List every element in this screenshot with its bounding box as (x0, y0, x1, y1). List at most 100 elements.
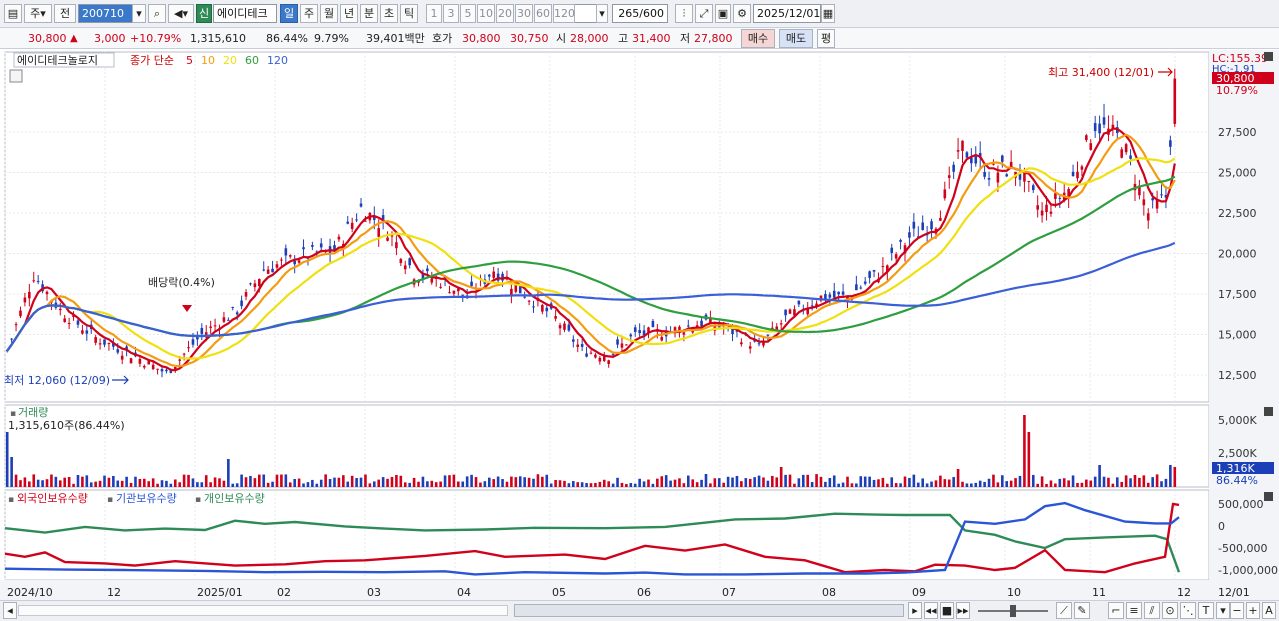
interval-button-5[interactable]: 5 (460, 4, 476, 23)
volume-bar (134, 476, 137, 487)
fib-tool-icon[interactable]: ≡ (1126, 602, 1142, 619)
candle-body (602, 356, 606, 361)
prev-button[interactable]: 전 (54, 4, 76, 23)
volume-bar (532, 478, 535, 487)
layout-icon[interactable]: ▤ (4, 4, 22, 23)
volume-bar (443, 475, 447, 487)
volume-bar (434, 482, 438, 487)
date-input[interactable]: 2025/12/01 (753, 4, 821, 23)
volume-bar (855, 483, 858, 487)
volume-bar (81, 476, 84, 487)
volume-bar (602, 479, 606, 487)
interval-dropdown[interactable]: ▾ (596, 4, 608, 23)
channel-tool-icon[interactable]: ⫽ (1144, 602, 1160, 619)
candle-body (288, 255, 292, 257)
volume-bar (465, 476, 469, 487)
volume-bar (1009, 480, 1013, 487)
volume-bar (169, 483, 173, 487)
interval-button-60[interactable]: 60 (534, 4, 552, 23)
sell-button[interactable]: 매도 (779, 29, 813, 48)
count-input[interactable]: 265/600 (612, 4, 668, 23)
interval-button-30[interactable]: 30 (515, 4, 533, 23)
period-tab-5[interactable]: 초 (380, 4, 398, 23)
scroll-left-icon[interactable]: ◂ (3, 602, 17, 619)
x-axis-label: 2024/10 (7, 586, 53, 599)
interval-button-20[interactable]: 20 (496, 4, 514, 23)
scrollbar-thumb[interactable] (514, 604, 904, 617)
pen-tool-icon[interactable]: ✎ (1074, 602, 1090, 619)
holding-legend-icon: ▪ (195, 495, 201, 505)
period-tab-1[interactable]: 주 (300, 4, 318, 23)
candle-body (395, 242, 398, 249)
save-icon[interactable]: ▣ (715, 4, 731, 23)
stop-icon[interactable]: ■ (940, 602, 954, 619)
volume-bar (98, 480, 102, 487)
volume-bar (1045, 483, 1048, 487)
buy-button[interactable]: 매수 (741, 29, 775, 48)
zoom-slider-handle[interactable] (1010, 605, 1016, 617)
candle-body (67, 322, 71, 325)
speaker-icon[interactable]: ◀▾ (168, 4, 194, 23)
period-tab-0[interactable]: 일 (280, 4, 298, 23)
candle-body (1036, 205, 1039, 210)
forward-icon[interactable]: ▸▸ (956, 602, 970, 619)
candle-body (403, 265, 407, 270)
gear-icon[interactable]: ⚙ (733, 4, 751, 23)
market-select[interactable]: 주▾ (24, 4, 52, 23)
line-tool-icon[interactable]: ⟋ (1056, 602, 1072, 619)
volume-bar (381, 477, 385, 487)
dropdown-icon[interactable]: ▾ (1216, 602, 1230, 619)
candle-body (386, 237, 389, 241)
period-tab-2[interactable]: 월 (320, 4, 338, 23)
plus-icon[interactable]: + (1246, 602, 1260, 619)
reset-a-icon[interactable]: A (1262, 602, 1276, 619)
holding-legend-0: 외국인보유수량 (17, 492, 88, 505)
period-tab-3[interactable]: 년 (340, 4, 358, 23)
fan-tool-icon[interactable]: ⋱ (1180, 602, 1196, 619)
x-axis-label: 08 (822, 586, 836, 599)
volume-bar (457, 481, 460, 487)
price-tick-label: 27,500 (1218, 126, 1257, 139)
search-icon[interactable]: ⌕ (148, 4, 166, 23)
stock-chart[interactable]: 27,500 25,000 22,500 20,000 17,500 15,000 12,5… (0, 50, 1279, 600)
calendar-icon[interactable]: ▦ (821, 4, 835, 23)
volume-bar (567, 483, 571, 487)
stock-name-field[interactable]: 에이디테크 (213, 4, 277, 23)
candle-body (116, 349, 120, 353)
volume-bar (138, 478, 142, 487)
crosshair-icon[interactable]: ⤢ (695, 4, 713, 23)
interval-button-10[interactable]: 10 (477, 4, 495, 23)
candle-body (740, 342, 743, 345)
text-tool-icon[interactable]: T (1198, 602, 1214, 619)
rewind-icon[interactable]: ◂◂ (924, 602, 938, 619)
draw-tool-icon[interactable]: ⌐ (1108, 602, 1124, 619)
chart-area[interactable]: 27,500 25,000 22,500 20,000 17,500 15,000 12,5… (0, 50, 1279, 600)
cycle-tool-icon[interactable]: ⊙ (1162, 602, 1178, 619)
eval-button[interactable]: 평 (817, 29, 835, 48)
volume-bar (987, 478, 991, 487)
x-axis-label: 05 (552, 586, 566, 599)
volume-bar (346, 481, 350, 487)
minus-icon[interactable]: − (1230, 602, 1244, 619)
volume-bar (1138, 477, 1141, 487)
candle-body (355, 219, 358, 221)
volume-bar (266, 482, 270, 487)
open-price: 28,000 (570, 32, 609, 45)
interval-button-3[interactable]: 3 (443, 4, 459, 23)
scroll-right-icon[interactable]: ▸ (908, 602, 922, 619)
candle-type-icon[interactable]: ⫶ (675, 4, 693, 23)
interval-button-1[interactable]: 1 (426, 4, 442, 23)
period-tab-4[interactable]: 분 (360, 4, 378, 23)
stock-code-input[interactable]: 200710 (78, 4, 138, 23)
candle-body (757, 343, 761, 345)
volume-bar (1089, 480, 1093, 487)
period-tab-6[interactable]: 틱 (400, 4, 418, 23)
scrollbar-track[interactable] (18, 605, 508, 616)
interval-button-120[interactable]: 120 (553, 4, 575, 23)
volume-bar (280, 474, 283, 487)
code-dropdown[interactable]: ▾ (132, 4, 146, 23)
volume-bar (430, 480, 434, 487)
volume-bar (819, 476, 823, 487)
toolbar: ▤ 주▾ 전 200710 ▾ ⌕ ◀▾ 신 에이디테크 ▾ 265/600 ⫶… (0, 0, 1279, 28)
volume-bar (85, 475, 89, 487)
